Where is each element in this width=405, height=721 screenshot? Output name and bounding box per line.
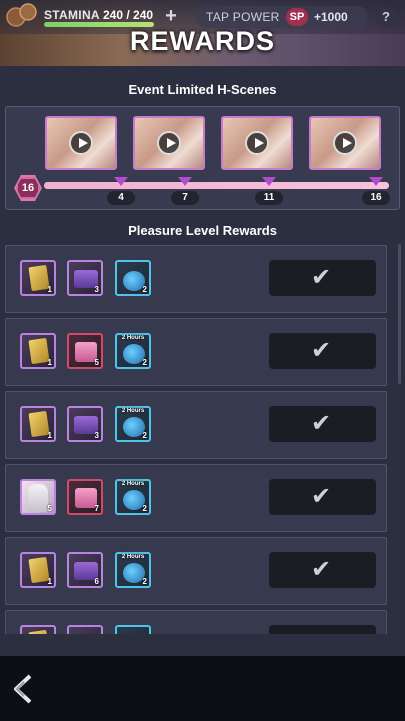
- claimed-button[interactable]: ✔: [269, 406, 376, 442]
- reward-item-chest[interactable]: [67, 625, 103, 634]
- item-duration: 2 Hours: [121, 554, 145, 560]
- claimed-button[interactable]: ✔: [269, 625, 376, 634]
- reward-row: 1 6 2 Hours 2 ✔: [5, 537, 387, 605]
- reward-item-pink[interactable]: 7: [67, 479, 103, 515]
- reward-item-gold[interactable]: 1: [20, 333, 56, 369]
- claimed-button[interactable]: ✔: [269, 260, 376, 296]
- reward-item-pink[interactable]: 5: [67, 333, 103, 369]
- check-icon: ✔: [311, 337, 332, 364]
- item-count: 2: [142, 577, 147, 586]
- item-count: 6: [94, 577, 99, 586]
- claimed-button[interactable]: ✔: [269, 479, 376, 515]
- gold-icon: [28, 410, 50, 438]
- reward-item-potion[interactable]: 2 Hours 2: [115, 479, 151, 515]
- claimed-button[interactable]: ✔: [269, 333, 376, 369]
- milestone-label: 4: [107, 191, 135, 205]
- rewards-list[interactable]: 1 3 2 ✔ 1 5 2 Hours 2 ✔ 1 3 2 Hours 2 ✔ 5 7 2 Hours 2 ✔ 1 6 2…: [0, 244, 405, 634]
- scenes-panel: 16 4 7 11 16: [5, 106, 400, 210]
- reward-item-potion[interactable]: 2: [115, 260, 151, 296]
- scene-thumbnail-4[interactable]: [309, 116, 381, 170]
- add-stamina-button[interactable]: +: [162, 6, 180, 26]
- play-icon: [69, 131, 93, 155]
- item-count: 1: [47, 358, 52, 367]
- level-progress-fill: [44, 182, 389, 189]
- item-count: 2: [142, 285, 147, 294]
- item-count: 1: [47, 285, 52, 294]
- item-duration: 2 Hours: [121, 408, 145, 414]
- play-icon: [245, 131, 269, 155]
- reward-item-char[interactable]: 5: [20, 479, 56, 515]
- reward-item-potion[interactable]: 2 Hours 2: [115, 406, 151, 442]
- milestone-label: 11: [255, 191, 283, 205]
- reward-item-chest[interactable]: 3: [67, 260, 103, 296]
- stamina-value: 240 / 240: [103, 8, 154, 22]
- item-count: 1: [47, 577, 52, 586]
- item-count: 2: [142, 358, 147, 367]
- reward-row: 1 3 2 ✔: [5, 245, 387, 313]
- item-count: 3: [94, 285, 99, 294]
- stamina-label: STAMINA: [44, 8, 100, 22]
- help-button[interactable]: ?: [376, 7, 396, 27]
- tap-power-value: +1000: [314, 10, 348, 24]
- reward-item-gold[interactable]: 1: [20, 406, 56, 442]
- gold-icon: [28, 629, 50, 634]
- check-icon: ✔: [311, 264, 332, 291]
- check-icon: ✔: [311, 483, 332, 510]
- play-icon: [157, 131, 181, 155]
- reward-item-potion[interactable]: [115, 625, 151, 634]
- check-icon: ✔: [311, 410, 332, 437]
- item-count: 3: [94, 431, 99, 440]
- tap-power-panel: TAP POWER SP +1000: [196, 6, 368, 28]
- reward-item-gold[interactable]: [20, 625, 56, 634]
- gold-icon: [28, 556, 50, 584]
- milestone-label: 16: [362, 191, 390, 205]
- item-count: 2: [142, 431, 147, 440]
- level-progress-track: [44, 182, 389, 189]
- gold-icon: [28, 264, 50, 292]
- scene-thumbnail-2[interactable]: [133, 116, 205, 170]
- milestone-marker: [262, 177, 276, 186]
- scrollbar[interactable]: [398, 244, 401, 384]
- bottom-nav-bar: [0, 656, 405, 721]
- sp-badge: SP: [286, 8, 308, 26]
- reward-item-gold[interactable]: 1: [20, 260, 56, 296]
- reward-item-chest[interactable]: 3: [67, 406, 103, 442]
- char-icon: [28, 484, 48, 512]
- reward-item-potion[interactable]: 2 Hours 2: [115, 552, 151, 588]
- reward-item-gold[interactable]: 1: [20, 552, 56, 588]
- check-icon: ✔: [311, 556, 332, 583]
- scene-thumbnail-1[interactable]: [45, 116, 117, 170]
- reward-row: 1 5 2 Hours 2 ✔: [5, 318, 387, 386]
- claimed-button[interactable]: ✔: [269, 552, 376, 588]
- reward-row: ✔: [5, 610, 387, 634]
- milestone-marker: [369, 177, 383, 186]
- item-count: 7: [94, 504, 99, 513]
- reward-row: 5 7 2 Hours 2 ✔: [5, 464, 387, 532]
- item-duration: 2 Hours: [121, 335, 145, 341]
- page-title: REWARDS: [129, 26, 275, 56]
- rewards-section-title: Pleasure Level Rewards: [128, 223, 277, 238]
- milestone-label: 7: [171, 191, 199, 205]
- back-arrow-icon[interactable]: [8, 672, 38, 706]
- stamina-icon: [6, 3, 37, 27]
- scene-thumbnail-3[interactable]: [221, 116, 293, 170]
- item-count: 1: [47, 431, 52, 440]
- milestone-marker: [114, 177, 128, 186]
- tap-power-label: TAP POWER: [206, 10, 280, 24]
- item-count: 5: [47, 504, 52, 513]
- item-count: 2: [142, 504, 147, 513]
- reward-item-potion[interactable]: 2 Hours 2: [115, 333, 151, 369]
- milestone-marker: [178, 177, 192, 186]
- item-duration: 2 Hours: [121, 481, 145, 487]
- play-icon: [333, 131, 357, 155]
- check-icon: ✔: [311, 629, 331, 634]
- reward-item-chest[interactable]: 6: [67, 552, 103, 588]
- item-count: 5: [94, 358, 99, 367]
- reward-row: 1 3 2 Hours 2 ✔: [5, 391, 387, 459]
- scenes-section-title: Event Limited H-Scenes: [128, 82, 277, 97]
- gold-icon: [28, 337, 50, 365]
